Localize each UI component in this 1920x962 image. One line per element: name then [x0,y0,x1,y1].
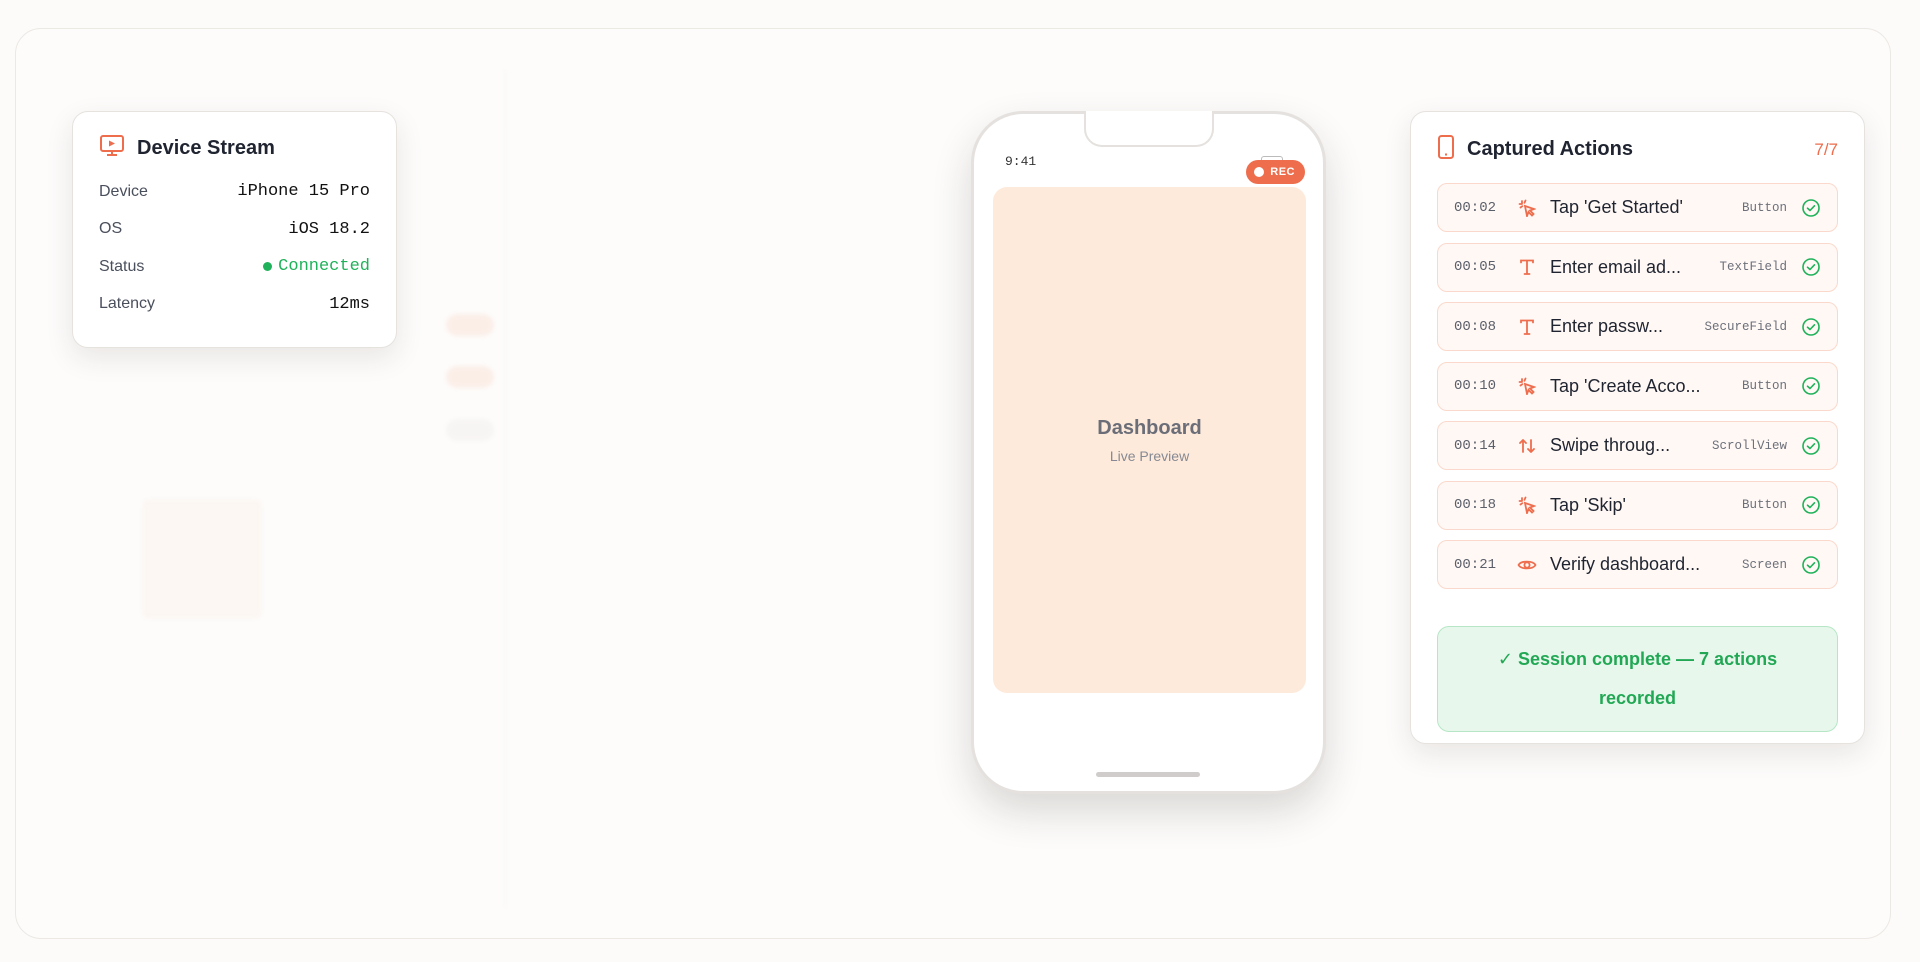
action-type: SecureField [1704,319,1787,334]
device-row: Device iPhone 15 Pro [99,173,370,211]
phone-mockup: 9:41 REC Dashboard Live Preview [971,111,1326,794]
action-row[interactable]: 00:05 Enter email ad... TextField [1437,242,1838,292]
check-circle-icon [1801,495,1821,515]
text-icon [1516,316,1538,338]
status-text: Connected [278,257,370,277]
tap-icon [1516,197,1538,219]
action-row[interactable]: 00:14 Swipe throug... ScrollView [1437,421,1838,470]
record-dot-icon [1254,167,1265,177]
action-row[interactable]: 00:02 Tap 'Get Started' Button [1437,183,1838,232]
action-type: TextField [1719,260,1787,274]
check-circle-icon [1801,257,1821,277]
device-stream-card: Device Stream Device iPhone 15 Pro OS iO… [72,111,397,348]
background-badge [446,366,494,388]
action-type: Screen [1741,557,1787,572]
device-label: Device [99,182,148,200]
status-value: Connected [263,257,370,276]
check-circle-icon [1801,198,1821,218]
check-circle-icon [1801,317,1821,337]
action-label: Tap 'Skip' [1550,494,1626,515]
action-type: ScrollView [1711,438,1787,453]
action-label: Tap 'Create Acco... [1550,375,1701,396]
swipe-icon [1516,435,1538,457]
status-label: Status [99,257,145,275]
device-value: iPhone 15 Pro [237,182,370,202]
latency-value: 12ms [329,294,370,314]
action-time: 00:18 [1454,497,1497,513]
captured-actions-card: Captured Actions 7/7 00:02 Tap 'Get Start… [1410,111,1865,744]
latency-label: Latency [99,295,156,313]
tap-icon [1516,375,1538,397]
screen-title: Dashboard [1097,416,1202,439]
action-count: 7/7 [1814,139,1838,159]
os-label: OS [99,220,123,238]
action-row[interactable]: 00:18 Tap 'Skip' Button [1437,480,1838,530]
screen-subtitle: Live Preview [1109,447,1190,464]
monitor-play-icon [99,134,125,163]
action-time: 00:05 [1454,259,1497,275]
status-row: Status Connected [99,248,370,286]
app-frame: Device Stream Device iPhone 15 Pro OS iO… [15,28,1891,939]
phone-time: 9:41 [1005,154,1037,169]
action-time: 00:08 [1454,318,1497,335]
action-time: 00:21 [1454,556,1497,573]
os-row: OS iOS 18.2 [99,211,370,249]
action-label: Enter email ad... [1550,256,1682,277]
action-label: Swipe throug... [1550,435,1671,455]
action-row[interactable]: 00:21 Verify dashboard... Screen [1437,540,1838,589]
phone-screen[interactable]: Dashboard Live Preview [993,187,1306,693]
background-badge [446,419,494,441]
action-type: Button [1741,498,1787,512]
latency-row: Latency 12ms [99,286,370,324]
smartphone-icon [1437,134,1455,165]
captured-actions-title: Captured Actions [1467,138,1633,160]
action-time: 00:14 [1454,437,1497,454]
action-row[interactable]: 00:08 Enter passw... SecureField [1437,302,1838,351]
action-type: Button [1741,200,1787,215]
device-stream-title: Device Stream [137,137,275,159]
action-row[interactable]: 00:10 Tap 'Create Acco... Button [1437,361,1838,411]
phone-notch [1084,111,1214,147]
action-list: 00:02 Tap 'Get Started' Button 00:05 Enter e… [1437,183,1838,589]
action-time: 00:02 [1454,199,1497,216]
text-icon [1516,256,1538,278]
eye-icon [1516,554,1538,576]
action-time: 00:10 [1454,378,1497,394]
rec-label: REC [1270,166,1295,178]
session-complete-banner: ✓ Session complete — 7 actions recorded [1437,626,1838,732]
action-label: Tap 'Get Started' [1550,197,1683,217]
rec-badge: REC [1246,160,1305,184]
tap-icon [1516,494,1538,516]
status-dot-icon [263,262,273,272]
check-circle-icon [1801,436,1821,456]
home-indicator [1096,772,1200,777]
os-value: iOS 18.2 [288,219,370,239]
action-label: Verify dashboard... [1550,554,1701,574]
background-illustration [142,499,262,619]
action-label: Enter passw... [1550,316,1664,336]
background-badge [446,314,494,336]
action-type: Button [1741,379,1787,393]
check-circle-icon [1801,555,1821,575]
check-circle-icon [1801,376,1821,396]
